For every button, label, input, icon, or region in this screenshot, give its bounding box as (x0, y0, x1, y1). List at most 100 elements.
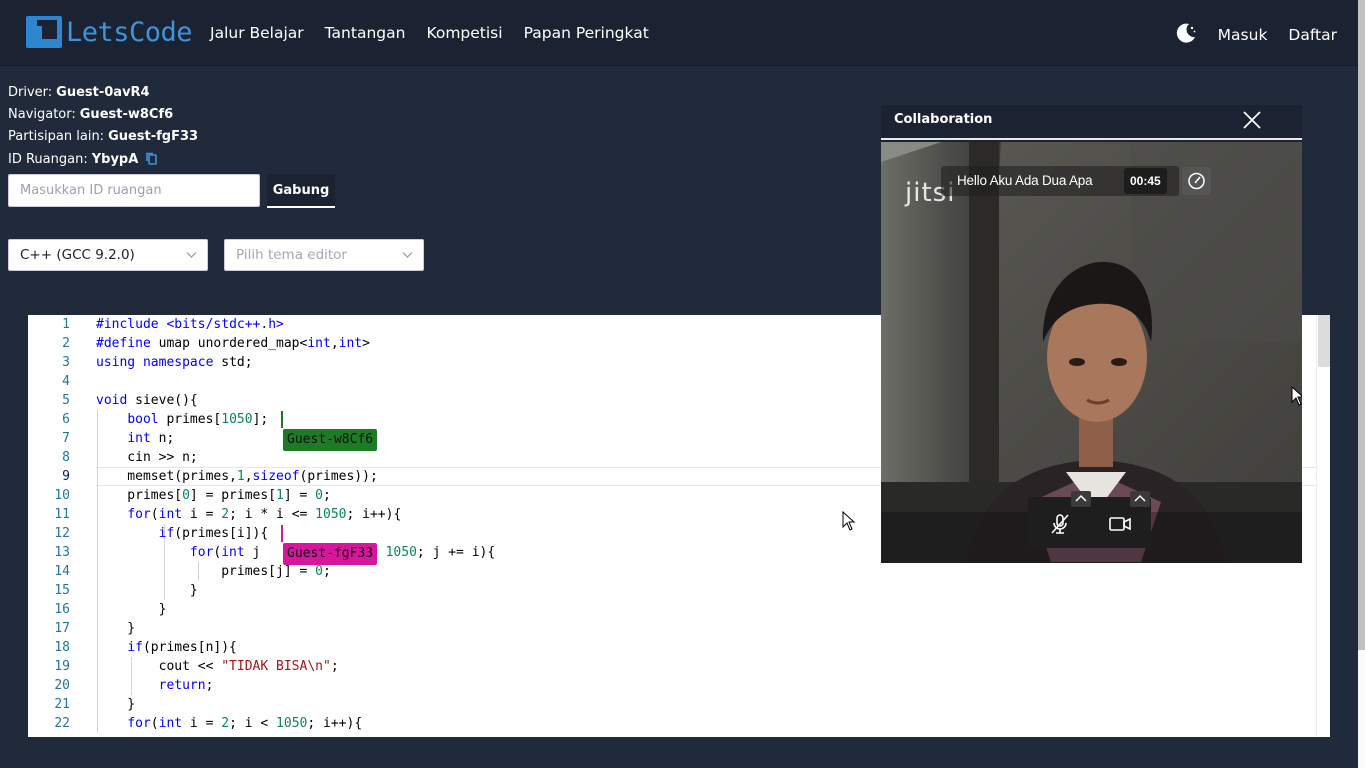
room-label: ID Ruangan: (8, 152, 88, 167)
code-line: } (96, 583, 198, 598)
driver-row: Driver: Guest-0avR4 (8, 86, 198, 108)
mic-options-button[interactable] (1071, 491, 1091, 507)
code-line: cin >> n; (96, 450, 198, 465)
room-row: ID Ruangan: YbypA (8, 152, 198, 174)
participants-value: Guest-fgF33 (108, 129, 199, 144)
login-link[interactable]: Masuk (1218, 26, 1268, 44)
chevron-down-icon (186, 252, 197, 258)
nav-link-competitions[interactable]: Kompetisi (426, 24, 502, 42)
chevron-up-icon (1134, 494, 1146, 502)
code-line: return; (158, 678, 214, 693)
line-number: 18 (54, 640, 70, 655)
line-number: 19 (54, 659, 70, 674)
participants-label: Partisipan lain: (8, 129, 105, 144)
page-scrollbar[interactable] (1358, 0, 1365, 768)
code-line: void sieve(){ (96, 393, 198, 408)
line-number: 20 (54, 678, 70, 693)
connection-quality-button[interactable] (1182, 167, 1211, 195)
driver-label: Driver: (8, 85, 53, 100)
collaboration-panel: Collaboration jitsi Hello Aku Ada Dua Ap… (881, 105, 1302, 563)
navigator-value: Guest-w8Cf6 (79, 107, 174, 122)
line-number: 16 (54, 602, 70, 617)
navigator-row: Navigator: Guest-w8Cf6 (8, 108, 198, 130)
microphone-muted-icon[interactable] (1048, 512, 1072, 536)
register-link[interactable]: Daftar (1288, 26, 1337, 44)
code-line: int n; (127, 431, 175, 446)
code-line: if(primes[n]){ (127, 640, 237, 655)
nav-link-learning-path[interactable]: Jalur Belajar (210, 24, 304, 42)
line-number: 9 (62, 469, 70, 484)
line-number: 12 (54, 526, 70, 541)
copy-icon[interactable] (146, 152, 158, 165)
chevron-down-icon (402, 252, 413, 258)
video-feed: jitsi Hello Aku Ada Dua Apa 00:45 (881, 142, 1302, 563)
line-number: 8 (62, 450, 70, 465)
dark-mode-moon-icon[interactable] (1175, 22, 1197, 44)
line-number: 10 (54, 488, 70, 503)
code-line: bool primes[1050]; (127, 412, 269, 427)
line-number: 22 (54, 716, 70, 731)
remote-cursor-navigator (281, 411, 283, 428)
code-line: cout << "TIDAK BISA\n"; (96, 659, 339, 674)
chevron-up-icon (1075, 494, 1087, 502)
line-number: 1 (62, 317, 70, 332)
main-nav: Jalur Belajar Tantangan Kompetisi Papan … (210, 24, 649, 42)
camera-options-button[interactable] (1130, 491, 1150, 507)
participants-row: Partisipan lain: Guest-fgF33 (8, 130, 198, 152)
line-number: 2 (62, 336, 70, 351)
collaboration-title: Collaboration (894, 112, 993, 127)
theme-select[interactable]: Pilih tema editor (224, 239, 424, 271)
meeting-title: Hello Aku Ada Dua Apa (957, 173, 1093, 188)
code-line: primes[0] = primes[1] = 0; (96, 488, 331, 503)
collaboration-header: Collaboration (881, 105, 1302, 140)
code-line: if(primes[i]){ (158, 526, 269, 541)
nav-link-challenges[interactable]: Tantangan (325, 24, 406, 42)
language-select-value: C++ (GCC 9.2.0) (20, 247, 135, 263)
line-number: 7 (62, 431, 70, 446)
nav-right: Masuk Daftar (1175, 22, 1337, 46)
line-number-gutter: 1 2 3 4 5 6 7 8 9 10 11 12 13 14 15 16 1… (28, 315, 84, 737)
line-number: 11 (54, 507, 70, 522)
editor-scrollbar[interactable] (1316, 315, 1330, 737)
remote-cursor-participant (281, 525, 283, 542)
logo-icon (26, 16, 62, 48)
room-id-input[interactable] (8, 174, 260, 207)
code-line: } (96, 621, 136, 636)
language-select[interactable]: C++ (GCC 9.2.0) (8, 239, 208, 271)
code-line: #define umap unordered_map<int,int> (96, 336, 370, 351)
code-line: using namespace std; (96, 355, 253, 370)
brand-name: LetsCode (66, 16, 193, 48)
line-number: 13 (54, 545, 70, 560)
line-number: 6 (62, 412, 70, 427)
session-info: Driver: Guest-0avR4 Navigator: Guest-w8Cf6… (8, 86, 198, 174)
video-toolbar (1028, 491, 1151, 548)
brand-logo[interactable]: LetsCode (26, 16, 193, 48)
meeting-timer: 00:45 (1124, 168, 1167, 194)
line-number: 3 (62, 355, 70, 370)
line-number: 14 (54, 564, 70, 579)
line-number: 17 (54, 621, 70, 636)
page-scrollbar-thumb[interactable] (1358, 0, 1365, 650)
join-button[interactable]: Gabung (267, 174, 335, 208)
room-id-value: YbypA (91, 152, 139, 167)
code-line: for(int i = 2; i * i <= 1050; i++){ (127, 507, 402, 522)
code-line: for(int i = 2; i < 1050; i++){ (127, 716, 363, 731)
line-number: 4 (62, 374, 70, 389)
line-number: 5 (62, 393, 70, 408)
camera-icon[interactable] (1108, 512, 1132, 536)
navbar: LetsCode Jalur Belajar Tantangan Kompeti… (0, 0, 1358, 66)
editor-scrollbar-thumb[interactable] (1318, 315, 1330, 367)
mouse-pointer-icon (842, 511, 856, 531)
code-line: #include <bits/stdc++.h> (96, 317, 284, 332)
nav-link-leaderboard[interactable]: Papan Peringkat (524, 24, 649, 42)
remote-cursor-label-participant: Guest-fgF33 (283, 543, 378, 565)
navigator-label: Navigator: (8, 107, 76, 122)
code-line: memset(primes,1,sizeof(primes)); (96, 469, 378, 484)
theme-select-placeholder: Pilih tema editor (236, 247, 347, 263)
driver-value: Guest-0avR4 (56, 85, 150, 100)
code-line: } (96, 602, 167, 617)
code-line: } (96, 697, 136, 712)
mouse-pointer-icon (1291, 386, 1302, 406)
gauge-icon (1188, 172, 1205, 190)
close-icon[interactable] (1242, 110, 1262, 130)
